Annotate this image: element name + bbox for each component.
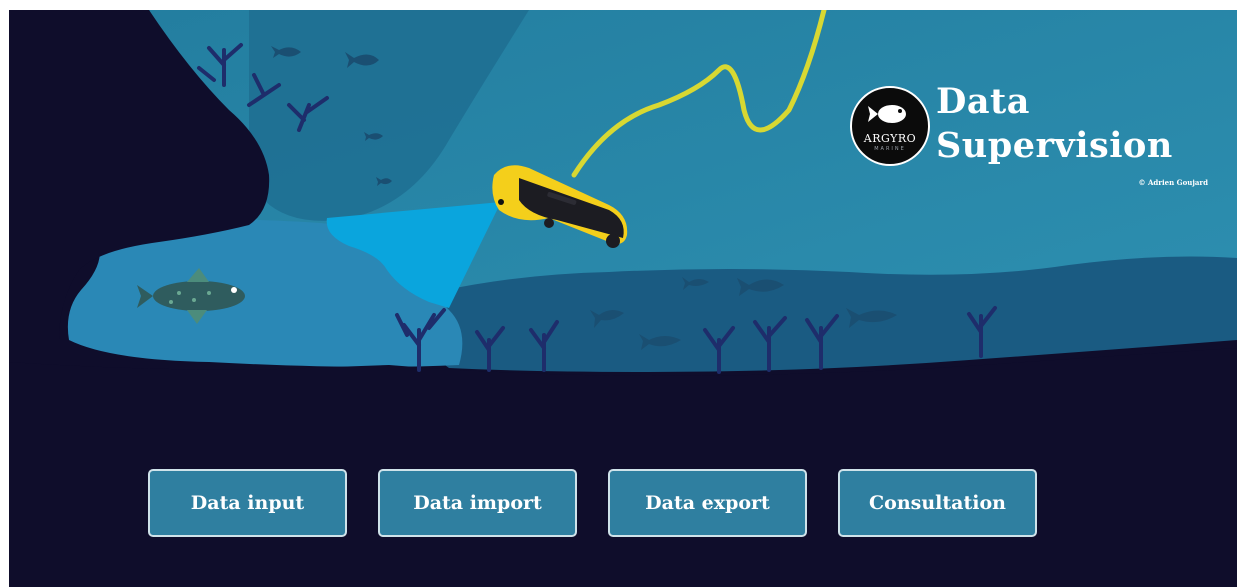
logo-subname: MARINE bbox=[874, 146, 906, 152]
logo-name: ARGYRO bbox=[863, 132, 917, 145]
seabed-foreground bbox=[9, 348, 1237, 587]
fish-logo-icon bbox=[868, 105, 906, 123]
app-title-line1: Data bbox=[936, 81, 1030, 122]
argyro-logo: ARGYRO MARINE bbox=[850, 86, 930, 166]
data-input-button[interactable]: Data input bbox=[148, 469, 347, 537]
data-import-button[interactable]: Data import bbox=[378, 469, 577, 537]
app-window: ARGYRO MARINE Data Supervision © Adrien … bbox=[9, 10, 1237, 587]
consultation-button[interactable]: Consultation bbox=[838, 469, 1037, 537]
app-title: Data Supervision bbox=[936, 80, 1173, 168]
data-export-button[interactable]: Data export bbox=[608, 469, 807, 537]
copyright-credit: © Adrien Goujard bbox=[1138, 178, 1208, 187]
app-title-line2: Supervision bbox=[936, 125, 1173, 166]
brand-block: ARGYRO MARINE Data Supervision © Adrien … bbox=[850, 81, 1220, 206]
